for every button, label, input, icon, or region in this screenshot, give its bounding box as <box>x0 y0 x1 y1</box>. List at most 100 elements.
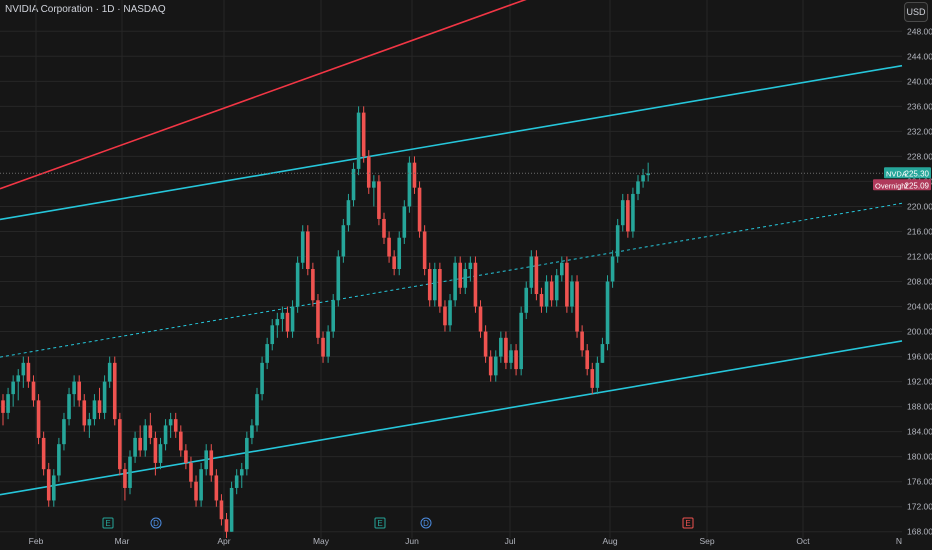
candle-body <box>179 431 183 451</box>
y-tick-label: 240.00 <box>907 76 932 86</box>
candle-body <box>361 112 366 157</box>
candles <box>1 106 650 538</box>
candle-body <box>499 337 503 357</box>
overnight-price-value: 225.09 <box>905 181 930 190</box>
candle-body <box>539 294 544 307</box>
candle-body <box>372 181 376 188</box>
candle-body <box>387 237 391 257</box>
y-tick-label: 220.00 <box>907 201 932 211</box>
candle-body <box>168 419 173 426</box>
candle-body <box>534 256 539 295</box>
candle-body <box>529 256 534 288</box>
candle-body <box>265 344 269 363</box>
last-price-label: NVDA225.30 <box>884 167 931 179</box>
dividend-marker-icon[interactable]: D <box>150 517 162 529</box>
candle-body <box>11 381 15 395</box>
candle-body <box>255 394 259 426</box>
candle-body <box>483 331 488 357</box>
candle-body <box>234 475 239 488</box>
candle-body <box>82 400 87 426</box>
candle-body <box>453 262 457 301</box>
x-tick-label: Jun <box>405 536 419 546</box>
candle-body <box>148 425 153 438</box>
candle-body <box>107 362 112 382</box>
y-tick-label: 228.00 <box>907 151 932 161</box>
x-tick-label: Apr <box>217 536 230 546</box>
candle-body <box>473 262 478 307</box>
time-axis[interactable]: Feb Mar Apr May Jun Jul Aug Sep Oct N <box>29 536 902 546</box>
x-tick-label: Mar <box>115 536 130 546</box>
candle-body <box>443 306 447 326</box>
candle-body <box>620 200 625 226</box>
candle-body <box>133 437 137 457</box>
candle-body <box>102 381 107 413</box>
candle-body <box>224 519 229 532</box>
event-letter: D <box>423 519 429 528</box>
y-tick-label: 204.00 <box>907 302 932 312</box>
earnings-marker-icon[interactable]: E <box>374 517 386 529</box>
price-chart[interactable]: 168.00 172.00 176.00 180.00 184.00 188.00 192.… <box>0 0 932 550</box>
candle-body <box>62 419 66 445</box>
overnight-label-text: Overnight <box>875 181 908 190</box>
candle-body <box>626 200 630 232</box>
candle-body <box>199 469 203 501</box>
candle-body <box>41 437 46 470</box>
candle-body <box>153 437 158 463</box>
overnight-price-label: Overnight225.09 <box>873 179 931 191</box>
candle-body <box>270 325 275 345</box>
candle-body <box>336 256 341 301</box>
trend-line[interactable] <box>0 0 902 190</box>
candle-body <box>422 231 427 269</box>
trend-line[interactable] <box>0 64 903 221</box>
candle-body <box>377 181 381 219</box>
candle-body <box>26 362 31 382</box>
y-tick-label: 216.00 <box>907 226 932 236</box>
y-tick-label: 184.00 <box>907 427 932 437</box>
candle-body <box>306 231 310 269</box>
candle-body <box>31 381 36 401</box>
y-tick-label: 244.00 <box>907 51 932 61</box>
candle-body <box>173 419 178 432</box>
candle-body <box>1 400 5 413</box>
candle-body <box>478 306 483 332</box>
event-letter: D <box>153 519 159 528</box>
candle-body <box>6 394 10 413</box>
candle-body <box>417 187 422 232</box>
candle-body <box>311 269 315 301</box>
candle-body <box>92 400 97 420</box>
candle-body <box>595 362 600 388</box>
candle-body <box>493 356 498 376</box>
candle-body <box>52 475 56 501</box>
candle-body <box>331 300 335 332</box>
y-tick-label: 236.00 <box>907 101 932 111</box>
candle-body <box>392 256 396 269</box>
candle-body <box>295 262 300 307</box>
candle-body <box>97 400 102 413</box>
earnings-marker-icon[interactable]: E <box>102 517 114 529</box>
y-tick-label: 188.00 <box>907 402 932 412</box>
candle-body <box>321 337 325 357</box>
trend-line[interactable] <box>0 340 903 496</box>
candle-body <box>285 312 290 332</box>
candle-body <box>341 225 346 257</box>
earnings-marker-icon[interactable]: E <box>682 517 694 529</box>
candle-body <box>138 437 142 451</box>
event-letter: E <box>377 519 382 528</box>
candle-body <box>204 450 208 470</box>
last-price-value: 225.30 <box>905 169 930 178</box>
y-tick-label: 172.00 <box>907 502 932 512</box>
candle-body <box>280 312 285 320</box>
candle-body <box>77 381 81 401</box>
candle-body <box>123 469 127 488</box>
event-markers[interactable]: EDEDE <box>102 517 694 529</box>
candle-body <box>458 262 462 288</box>
dividend-marker-icon[interactable]: D <box>420 517 432 529</box>
price-axis[interactable]: 168.00 172.00 176.00 180.00 184.00 188.00 192.… <box>907 26 932 536</box>
trend-line[interactable] <box>0 202 903 358</box>
x-tick-label: Jul <box>505 536 516 546</box>
candle-body <box>163 425 168 445</box>
candle-body <box>260 362 264 395</box>
trend-lines[interactable] <box>0 0 903 496</box>
candle-body <box>463 269 468 288</box>
candle-body <box>67 394 71 420</box>
